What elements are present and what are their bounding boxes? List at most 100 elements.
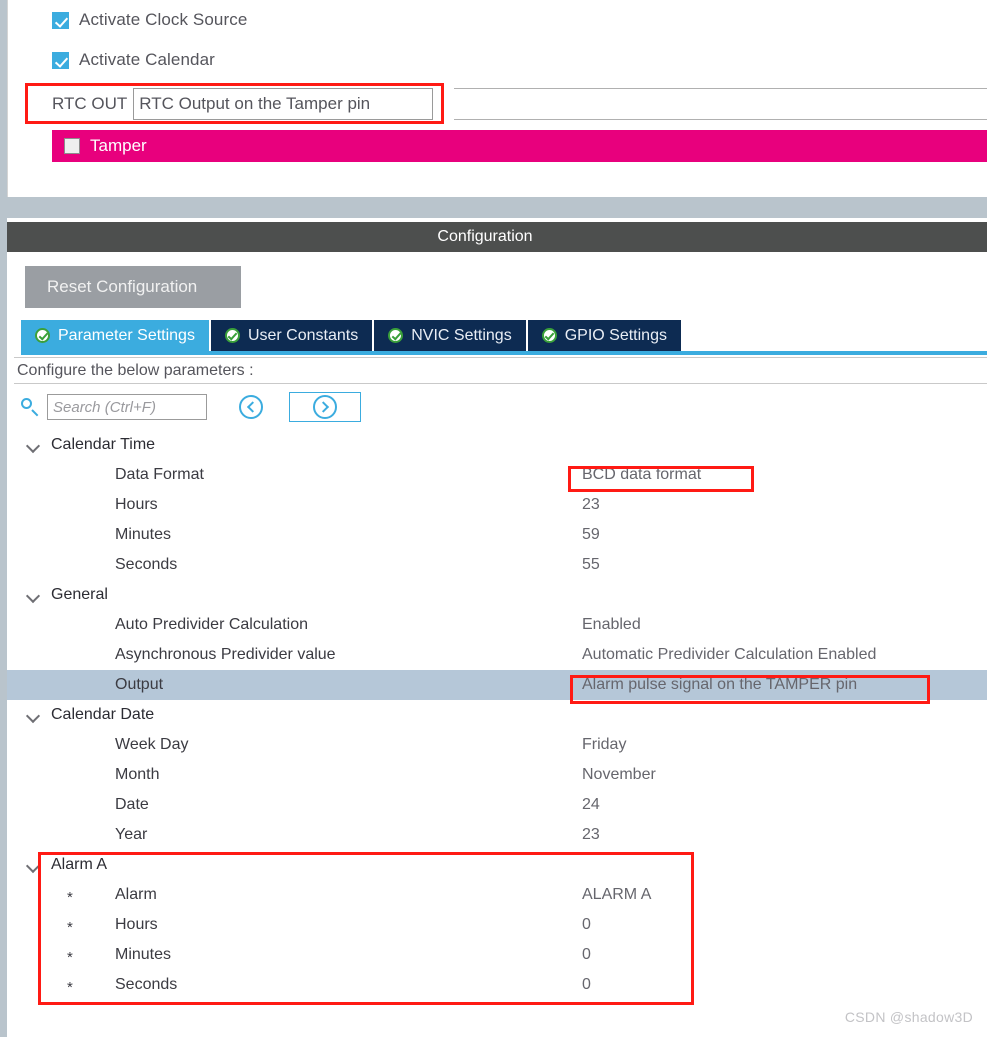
left-rail [0,0,7,1037]
group-header-alarm-a[interactable]: Alarm A [7,850,987,880]
group-label: Calendar Time [51,436,156,453]
search-icon [19,396,41,418]
check-circle-icon [224,328,240,343]
table-row[interactable]: * Hours 0 [7,910,987,940]
activate-clock-source-row[interactable]: Activate Clock Source [52,10,247,30]
instruction-text: Configure the below parameters : [14,357,987,384]
tab-label: Parameter Settings [58,326,195,344]
tab-label: NVIC Settings [411,326,512,344]
param-name: Asynchronous Predivider value [115,646,336,663]
param-value[interactable]: November [582,766,656,784]
param-name: Week Day [115,736,189,753]
group-header-general[interactable]: General [7,580,987,610]
tab-label: GPIO Settings [564,326,667,344]
configuration-header: Configuration [7,222,987,252]
param-value[interactable]: 23 [582,496,600,514]
table-row[interactable]: * Seconds 0 [7,970,987,1000]
watermark: CSDN @shadow3D [844,1009,973,1025]
modified-marker: * [67,919,73,936]
table-row[interactable]: Year 23 [7,820,987,850]
param-name: Year [115,826,148,843]
group-label: General [51,586,108,603]
parameter-tree: Calendar Time Data Format BCD data forma… [7,430,987,1000]
param-name: Month [115,766,160,783]
search-row [19,392,361,422]
group-header-calendar-time[interactable]: Calendar Time [7,430,987,460]
table-row[interactable]: Asynchronous Predivider value Automatic … [7,640,987,670]
table-row[interactable]: Auto Predivider Calculation Enabled [7,610,987,640]
param-value[interactable]: 23 [582,826,600,844]
chevron-right-circle-icon [313,395,337,419]
param-name: Date [115,796,149,813]
clock-source-panel: Activate Clock Source Activate Calendar … [7,0,987,197]
chevron-down-icon[interactable] [25,587,41,603]
table-row[interactable]: Seconds 55 [7,550,987,580]
checkbox-unchecked-icon[interactable] [64,138,80,154]
tab-gpio-settings[interactable]: GPIO Settings [527,320,681,351]
check-circle-icon [541,328,557,343]
tab-active-underline [21,351,987,355]
table-row-selected[interactable]: Output Alarm pulse signal on the TAMPER … [7,670,987,700]
tab-parameter-settings[interactable]: Parameter Settings [21,320,209,351]
param-value[interactable]: ALARM A [582,886,651,904]
rtc-out-row-filler [454,88,987,120]
param-value[interactable]: Enabled [582,616,641,634]
tab-label: User Constants [247,326,359,344]
configuration-body: Reset Configuration Parameter Settings U… [7,252,987,1037]
param-value[interactable]: Alarm pulse signal on the TAMPER pin [582,676,857,694]
param-value[interactable]: 59 [582,526,600,544]
checkbox-checked-icon[interactable] [52,11,69,29]
table-row[interactable]: Date 24 [7,790,987,820]
param-name: Seconds [115,976,178,993]
nav-next-button[interactable] [289,392,361,422]
check-circle-icon [388,328,404,343]
activate-calendar-label: Activate Calendar [79,50,215,69]
param-name: Minutes [115,946,172,963]
param-name: Hours [115,916,158,933]
param-value[interactable]: BCD data format [582,466,701,484]
search-input[interactable] [47,394,207,420]
table-row[interactable]: Week Day Friday [7,730,987,760]
table-row[interactable]: Month November [7,760,987,790]
rtc-out-row[interactable]: RTC OUT RTC Output on the Tamper pin [44,88,434,120]
tab-nvic-settings[interactable]: NVIC Settings [374,320,526,351]
param-value[interactable]: Friday [582,736,626,754]
tamper-row[interactable]: Tamper [52,130,987,162]
activate-calendar-row[interactable]: Activate Calendar [52,50,215,70]
reset-configuration-button[interactable]: Reset Configuration [25,266,241,308]
param-value[interactable]: 55 [582,556,600,574]
table-row[interactable]: Minutes 59 [7,520,987,550]
chevron-left-circle-icon [239,395,263,419]
rtc-out-value-field[interactable]: RTC Output on the Tamper pin [133,88,434,120]
chevron-down-icon[interactable] [25,437,41,453]
rtc-out-label: RTC OUT [44,88,134,120]
group-label: Alarm A [51,856,108,873]
tamper-label: Tamper [90,136,147,155]
group-label: Calendar Date [51,706,155,723]
nav-prev-button[interactable] [237,393,265,421]
checkbox-checked-icon[interactable] [52,51,69,69]
modified-marker: * [67,979,73,996]
param-name: Alarm [115,886,157,903]
tab-bar: Parameter Settings User Constants NVIC S… [21,320,683,351]
configuration-title: Configuration [437,228,533,245]
modified-marker: * [67,889,73,906]
activate-clock-source-label: Activate Clock Source [79,10,248,29]
group-header-calendar-date[interactable]: Calendar Date [7,700,987,730]
param-value[interactable]: 0 [582,946,591,964]
param-value[interactable]: 0 [582,976,591,994]
tab-user-constants[interactable]: User Constants [210,320,373,351]
chevron-down-icon[interactable] [25,707,41,723]
param-value[interactable]: 24 [582,796,600,814]
table-row[interactable]: * Minutes 0 [7,940,987,970]
modified-marker: * [67,949,73,966]
chevron-down-icon[interactable] [25,857,41,873]
check-circle-icon [35,328,50,343]
param-name: Minutes [115,526,172,543]
table-row[interactable]: Data Format BCD data format [7,460,987,490]
param-value[interactable]: 0 [582,916,591,934]
param-value[interactable]: Automatic Predivider Calculation Enabled [582,646,876,664]
table-row[interactable]: * Alarm ALARM A [7,880,987,910]
table-row[interactable]: Hours 23 [7,490,987,520]
param-name: Auto Predivider Calculation [115,616,308,633]
